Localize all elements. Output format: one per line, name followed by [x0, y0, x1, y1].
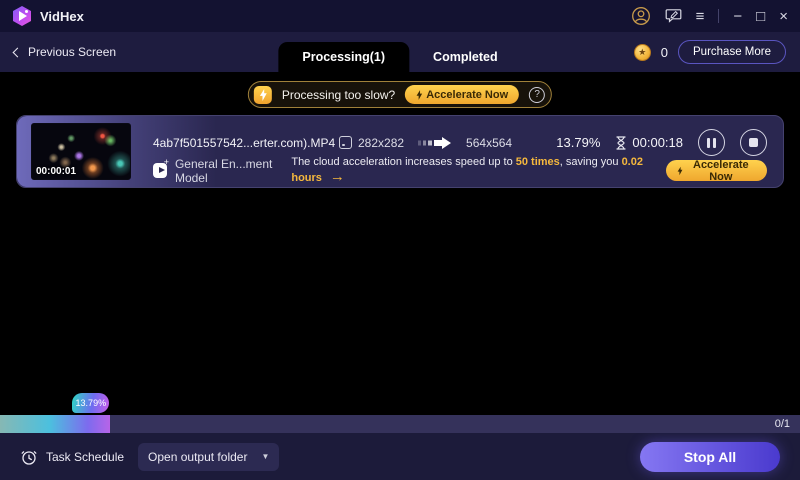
close-icon[interactable]: ×	[779, 9, 788, 24]
purchase-more-button[interactable]: Purchase More	[678, 40, 786, 64]
menu-icon[interactable]: ≡	[696, 9, 705, 24]
task-schedule-button[interactable]: Task Schedule	[20, 448, 124, 466]
task-card: 00:00:01 4ab7f501557542...erter.com).MP4…	[16, 115, 784, 188]
banner-message: Processing too slow?	[281, 87, 396, 102]
app-logo-icon	[13, 6, 31, 26]
chevron-down-icon: ▼	[261, 452, 270, 461]
previous-screen-button[interactable]: Previous Screen	[12, 45, 117, 59]
nav-actions: ★ 0 Purchase More	[633, 40, 786, 64]
progress-counter: 0/1	[774, 418, 790, 430]
elapsed-time: 00:00:18	[632, 135, 683, 150]
tab-processing[interactable]: Processing(1)	[278, 42, 410, 72]
lightning-icon	[253, 85, 272, 104]
pause-button[interactable]	[698, 129, 725, 156]
task-schedule-label: Task Schedule	[46, 449, 125, 464]
tab-completed[interactable]: Completed	[409, 42, 522, 72]
stop-all-button[interactable]: Stop All	[640, 441, 780, 472]
titlebar-divider	[718, 9, 720, 23]
acceleration-banner: Processing too slow? Accelerate Now ?	[247, 81, 553, 108]
progress-tooltip: 13.79%	[72, 393, 110, 413]
task-card-body: 4ab7f501557542...erter.com).MP4 282x282 …	[145, 116, 783, 187]
global-progress-bar: 13.79% 0/1	[0, 393, 800, 433]
promo-group: The cloud acceleration increases speed u…	[291, 156, 767, 185]
navbar: Previous Screen Processing(1) Completed …	[0, 32, 800, 72]
stop-icon	[749, 138, 758, 147]
promo-accelerate-label: Accelerate Now	[693, 158, 749, 183]
model-name: General En...ment Model	[174, 156, 273, 185]
titlebar-actions: ≡ − □ ×	[631, 6, 788, 26]
thumbnail-wrap: 00:00:01	[17, 116, 145, 187]
task-progress-percent: 13.79%	[556, 135, 601, 150]
maximize-icon[interactable]: □	[756, 9, 765, 24]
back-chevron-icon	[12, 47, 23, 57]
tab-bar: Processing(1) Completed	[278, 42, 521, 72]
model-icon	[153, 157, 169, 178]
task-status-group: 13.79% 00:00:18	[556, 129, 767, 156]
pause-icon	[707, 137, 716, 148]
app-title: VidHex	[40, 8, 84, 24]
account-icon[interactable]	[631, 6, 651, 26]
video-thumbnail: 00:00:01	[31, 123, 131, 180]
promo-text: The cloud acceleration increases speed u…	[291, 156, 643, 185]
source-resolution: 282x282	[358, 135, 405, 150]
footer: Task Schedule Open output folder ▼ Stop …	[0, 433, 800, 480]
thumbnail-timestamp: 00:00:01	[36, 166, 77, 177]
promo-arrow-icon: →	[329, 168, 345, 185]
titlebar: VidHex ≡ − □ ×	[0, 0, 800, 32]
alarm-clock-icon	[21, 450, 37, 465]
progress-fill	[0, 415, 111, 433]
hourglass-icon	[616, 135, 626, 150]
elapsed-time-wrap: 00:00:18	[615, 135, 683, 150]
help-icon[interactable]: ?	[529, 86, 546, 103]
task-info-row: 4ab7f501557542...erter.com).MP4 282x282 …	[153, 129, 767, 156]
banner-accelerate-button[interactable]: Accelerate Now	[405, 85, 520, 104]
coin-icon: ★	[633, 43, 651, 61]
output-folder-label: Open output folder	[148, 449, 248, 464]
banner-accelerate-label: Accelerate Now	[426, 88, 509, 101]
output-folder-dropdown[interactable]: Open output folder ▼	[138, 442, 280, 471]
resolution-arrow-icon	[418, 136, 452, 150]
back-label: Previous Screen	[28, 45, 117, 59]
promo-speed-highlight: 50 times	[515, 156, 560, 168]
task-promo-row: General En...ment Model The cloud accele…	[153, 156, 767, 185]
minimize-icon[interactable]: −	[733, 9, 742, 24]
stop-button[interactable]	[740, 129, 767, 156]
coin-count: 0	[660, 44, 669, 60]
feedback-icon[interactable]	[665, 8, 682, 24]
main-content: Processing too slow? Accelerate Now ? 00…	[0, 72, 800, 415]
video-filename: 4ab7f501557542...erter.com).MP4	[153, 135, 336, 150]
resolution-icon	[339, 136, 352, 149]
promo-accelerate-button[interactable]: Accelerate Now	[665, 158, 767, 183]
target-resolution: 564x564	[466, 135, 513, 150]
